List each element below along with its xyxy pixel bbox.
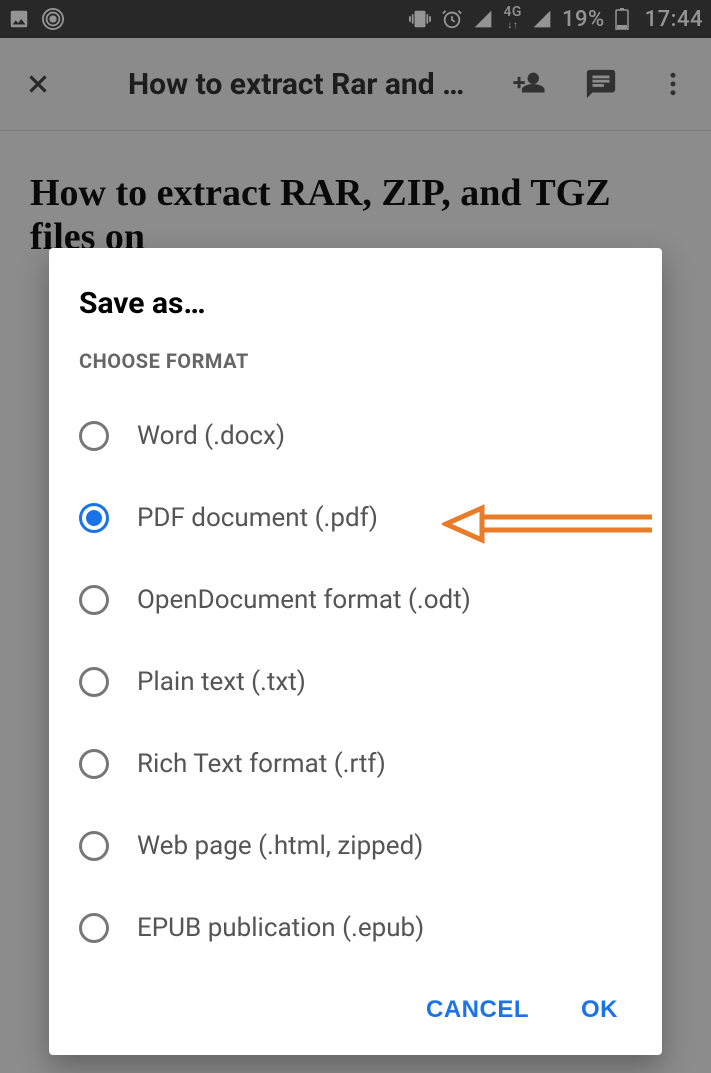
option-odt[interactable]: OpenDocument format (.odt) <box>49 559 662 641</box>
radio-icon <box>79 667 109 697</box>
option-label: OpenDocument format (.odt) <box>137 585 471 615</box>
radio-icon <box>79 585 109 615</box>
radio-icon <box>79 749 109 779</box>
radio-icon <box>79 831 109 861</box>
option-label: Plain text (.txt) <box>137 667 306 697</box>
modal-scrim[interactable]: Save as… CHOOSE FORMAT Word (.docx) PDF … <box>0 0 711 1073</box>
ok-button[interactable]: OK <box>575 995 624 1025</box>
dialog-subtitle: CHOOSE FORMAT <box>49 349 662 395</box>
option-label: PDF document (.pdf) <box>137 503 378 533</box>
radio-icon <box>79 913 109 943</box>
cancel-button[interactable]: CANCEL <box>420 995 535 1025</box>
option-txt[interactable]: Plain text (.txt) <box>49 641 662 723</box>
dialog-actions: CANCEL OK <box>49 969 662 1043</box>
option-epub[interactable]: EPUB publication (.epub) <box>49 887 662 969</box>
option-label: Word (.docx) <box>137 421 285 451</box>
option-pdf[interactable]: PDF document (.pdf) <box>49 477 662 559</box>
radio-icon-selected <box>79 503 109 533</box>
option-html[interactable]: Web page (.html, zipped) <box>49 805 662 887</box>
option-label: Rich Text format (.rtf) <box>137 749 386 779</box>
option-word[interactable]: Word (.docx) <box>49 395 662 477</box>
option-rtf[interactable]: Rich Text format (.rtf) <box>49 723 662 805</box>
save-as-dialog: Save as… CHOOSE FORMAT Word (.docx) PDF … <box>49 248 662 1055</box>
radio-icon <box>79 421 109 451</box>
dialog-title: Save as… <box>49 286 662 349</box>
option-label: Web page (.html, zipped) <box>137 831 423 861</box>
option-label: EPUB publication (.epub) <box>137 913 424 943</box>
